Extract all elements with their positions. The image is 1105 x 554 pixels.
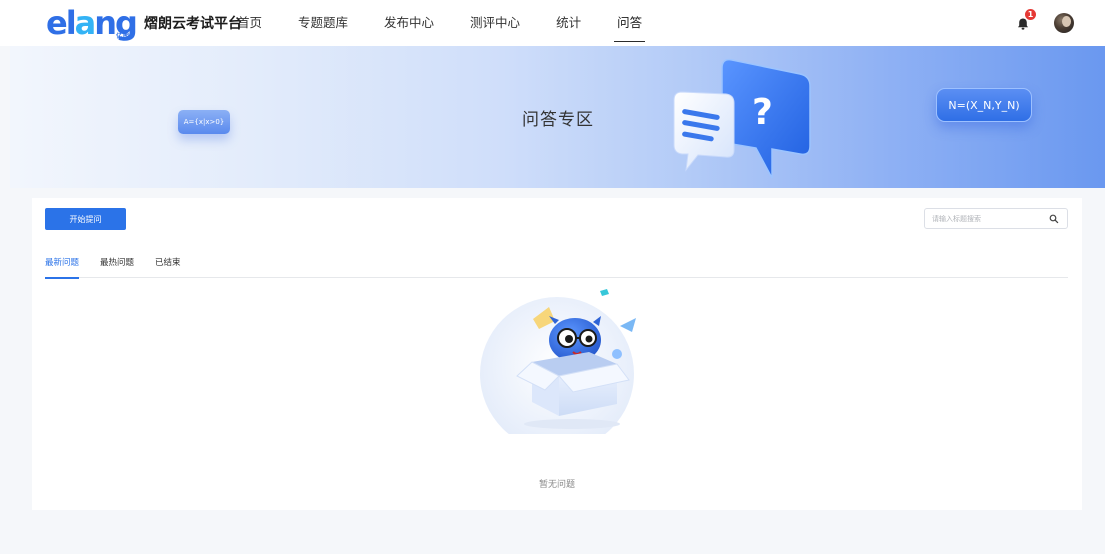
ask-question-button[interactable]: 开始提问 xyxy=(45,208,126,230)
formula-card-left: A={x|x>0} xyxy=(178,110,230,134)
tab-latest[interactable]: 最新问题 xyxy=(45,256,80,279)
page-title: 问答专区 xyxy=(522,110,594,130)
brand-name: 熠朗云考试平台 xyxy=(143,16,242,32)
avatar[interactable] xyxy=(1054,13,1074,33)
question-bubble-icon: ? xyxy=(673,58,811,179)
search-box xyxy=(924,208,1068,229)
brand-logo[interactable]: e l a ng 亿朗 熠朗云考试平台 xyxy=(46,5,242,41)
search-input[interactable] xyxy=(932,212,1042,226)
questions-panel: 开始提问 最新问题 最热问题 已结束 xyxy=(32,198,1082,510)
nav-item-statistics[interactable]: 统计 xyxy=(556,0,581,46)
question-tabs: 最新问题 最热问题 已结束 xyxy=(45,256,1068,279)
logo-subtitle: 亿朗 xyxy=(116,33,131,40)
empty-state-message: 暂无问题 xyxy=(538,480,575,490)
nav-item-home[interactable]: 首页 xyxy=(237,0,262,46)
nav-item-assessment-center[interactable]: 测评中心 xyxy=(470,0,520,46)
qa-banner: A={x|x>0} 问答专区 ? N=(X_N,Y_N) xyxy=(10,46,1105,188)
nav-item-publish-center[interactable]: 发布中心 xyxy=(384,0,434,46)
nav-item-qa[interactable]: 问答 xyxy=(614,0,646,46)
formula-card-right: N=(X_N,Y_N) xyxy=(936,88,1032,122)
nav-item-topic-bank[interactable]: 专题题库 xyxy=(298,0,348,46)
question-mark: ? xyxy=(752,92,773,133)
logo-wordmark: e l a ng 亿朗 xyxy=(46,4,138,42)
main-nav: 首页 专题题库 发布中心 测评中心 统计 问答 xyxy=(237,0,678,46)
empty-box-mascot-illustration xyxy=(480,289,636,434)
tab-hottest[interactable]: 最热问题 xyxy=(100,256,134,278)
notification-badge: 1 xyxy=(1025,9,1036,20)
top-navbar: e l a ng 亿朗 熠朗云考试平台 首页 专题题库 发布中心 测评中心 统计 问答… xyxy=(0,0,1105,46)
search-icon[interactable] xyxy=(1049,214,1059,224)
tab-closed[interactable]: 已结束 xyxy=(155,256,181,278)
